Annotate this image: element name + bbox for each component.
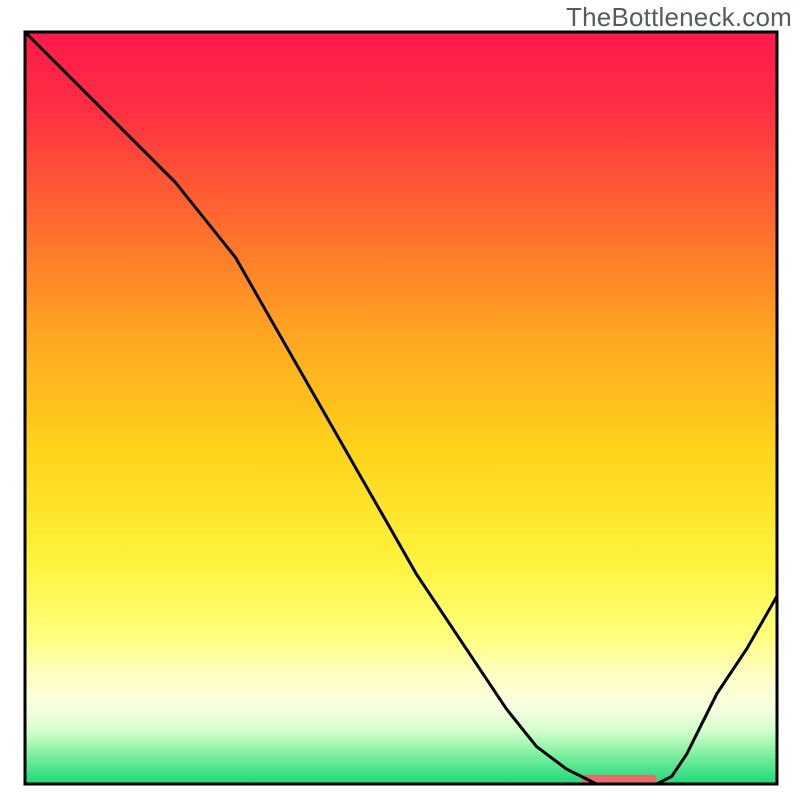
bottleneck-chart: TheBottleneck.com: [0, 0, 800, 800]
chart-canvas: [0, 0, 800, 800]
watermark-label: TheBottleneck.com: [566, 2, 792, 33]
